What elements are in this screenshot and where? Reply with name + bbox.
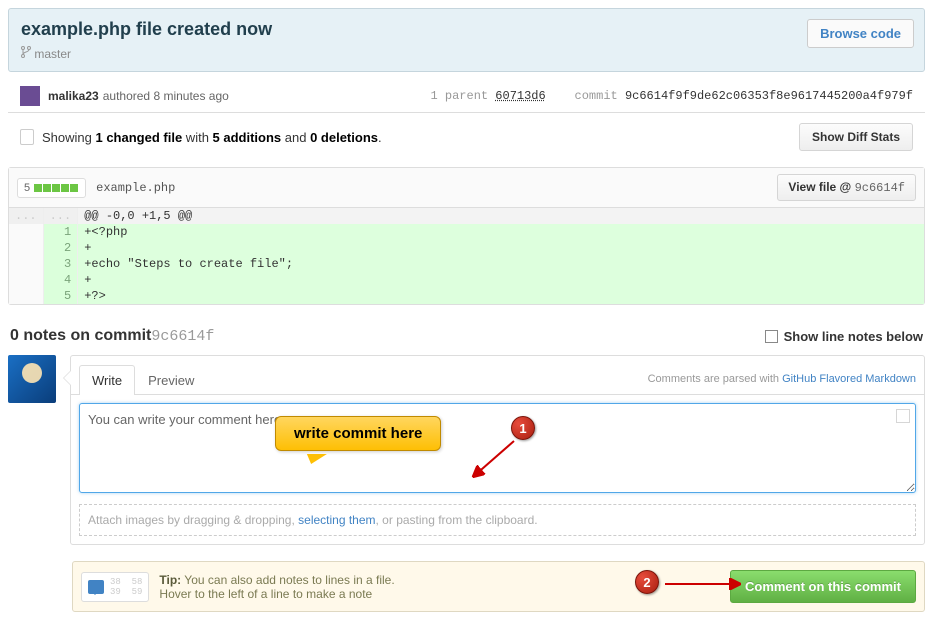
commit-sha-info: 1 parent 60713d6 commit 9c6614f9f9de62c0…	[430, 89, 913, 103]
branch-name: master	[34, 47, 71, 61]
commit-meta: malika23 authored 8 minutes ago 1 parent…	[8, 80, 925, 113]
speech-bubble-icon	[88, 580, 104, 594]
diff-line[interactable]: 3+echo "Steps to create file";	[9, 256, 924, 272]
gfm-hint: Comments are parsed with GitHub Flavored…	[648, 373, 916, 385]
comment-submit-button[interactable]: Comment on this commit	[730, 570, 916, 603]
commit-header: example.php file created now master Brow…	[8, 8, 925, 72]
fullscreen-icon[interactable]	[896, 409, 910, 423]
authored-verb: authored	[103, 89, 150, 103]
filename[interactable]: example.php	[96, 181, 175, 195]
view-file-button[interactable]: View file @ 9c6614f	[777, 174, 916, 201]
comment-area: Write Preview Comments are parsed with G…	[0, 355, 933, 555]
notes-sha: 9c6614f	[151, 328, 214, 345]
diffstats-bar: Showing 1 changed file with 5 additions …	[8, 113, 925, 161]
comment-form: Write Preview Comments are parsed with G…	[70, 355, 925, 545]
branch-row: master	[21, 46, 912, 61]
current-user-avatar	[8, 355, 56, 403]
diff-table: ......@@ -0,0 +1,5 @@ 1+<?php 2+ 3+echo …	[9, 208, 924, 304]
annotation-callout: write commit here	[275, 416, 441, 451]
tip-icon: 38 58 39 59	[81, 572, 149, 602]
diff-line[interactable]: 2+	[9, 240, 924, 256]
author-avatar-small	[20, 86, 40, 106]
parent-sha[interactable]: 60713d6	[495, 89, 545, 103]
attach-hint[interactable]: Attach images by dragging & dropping, se…	[79, 504, 916, 536]
diffstat-badge: 5	[17, 178, 86, 198]
tip-bar: 38 58 39 59 Tip: You can also add notes …	[72, 561, 925, 612]
branch-icon	[21, 46, 31, 61]
file-icon	[20, 129, 34, 145]
gfm-link[interactable]: GitHub Flavored Markdown	[782, 373, 916, 385]
comment-tabs: Write Preview Comments are parsed with G…	[71, 356, 924, 395]
comment-textarea[interactable]	[79, 403, 916, 493]
authored-time: 8 minutes ago	[153, 89, 228, 103]
commit-title: example.php file created now	[21, 19, 912, 40]
parent-label: 1 parent	[430, 89, 488, 103]
commit-full-sha: 9c6614f9f9de62c06353f8e9617445200a4f979f	[625, 89, 913, 103]
commit-label: commit	[575, 89, 618, 103]
file-diff-header: 5 example.php View file @ 9c6614f	[9, 168, 924, 208]
hunk-header-row: ......@@ -0,0 +1,5 @@	[9, 208, 924, 224]
diff-line[interactable]: 4+	[9, 272, 924, 288]
file-diff-block: 5 example.php View file @ 9c6614f ......…	[8, 167, 925, 305]
select-files-link[interactable]: selecting them	[298, 513, 375, 527]
browse-code-button[interactable]: Browse code	[807, 19, 914, 48]
show-line-notes-toggle[interactable]: Show line notes below	[765, 329, 923, 344]
tab-write[interactable]: Write	[79, 365, 135, 395]
author-link[interactable]: malika23	[48, 89, 99, 103]
diffstats-text: Showing 1 changed file with 5 additions …	[42, 130, 382, 145]
diff-line[interactable]: 1+<?php	[9, 224, 924, 240]
tip-text: Tip: You can also add notes to lines in …	[159, 573, 394, 601]
notes-heading: 0 notes on commit 9c6614f Show line note…	[0, 323, 933, 355]
tab-preview[interactable]: Preview	[135, 365, 207, 395]
checkbox-icon[interactable]	[765, 330, 778, 343]
annotation-badge-2: 2	[635, 570, 659, 594]
diff-line[interactable]: 5+?>	[9, 288, 924, 304]
show-diff-stats-button[interactable]: Show Diff Stats	[799, 123, 913, 151]
